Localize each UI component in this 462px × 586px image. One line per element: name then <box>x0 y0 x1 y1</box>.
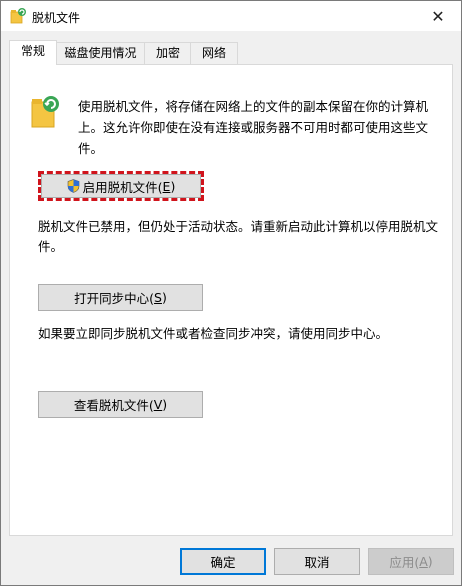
open-sync-center-button[interactable]: 打开同步中心(S) <box>38 284 203 311</box>
tab-disk-usage[interactable]: 磁盘使用情况 <box>55 42 146 64</box>
sync-button-label: 打开同步中心( <box>74 291 155 306</box>
tab-encryption[interactable]: 加密 <box>144 42 192 64</box>
sync-button-accesskey: S <box>154 290 162 305</box>
apply-button-label: 应用( <box>389 555 420 570</box>
apply-button[interactable]: 应用(A) <box>368 548 454 575</box>
status-line-2: 件。 <box>38 239 64 254</box>
apply-button-label-end: ) <box>427 554 433 569</box>
close-icon: ✕ <box>431 6 445 26</box>
description: 使用脱机文件，将存储在网络上的文件的副本保留在你的计算机 上。这允许你即使在没有… <box>78 96 443 159</box>
sync-folder-icon <box>31 96 59 128</box>
tab-network[interactable]: 网络 <box>190 42 238 64</box>
view-button-label: 查看脱机文件( <box>73 398 154 413</box>
offline-files-icon <box>10 8 26 24</box>
window-title: 脱机文件 <box>32 11 81 25</box>
ok-button[interactable]: 确定 <box>180 548 266 575</box>
view-offline-files-button[interactable]: 查看脱机文件(V) <box>38 391 203 418</box>
highlight-frame <box>38 171 204 201</box>
sync-hint: 如果要立即同步脱机文件或者检查同步冲突，请使用同步中心。 <box>38 326 389 341</box>
cancel-button[interactable]: 取消 <box>274 548 360 575</box>
view-button-accesskey: V <box>153 397 163 412</box>
description-line-1: 使用脱机文件，将存储在网络上的文件的副本保留在你的计算机 <box>78 99 429 114</box>
offline-files-dialog: 脱机文件 ✕ 常规 磁盘使用情况 加密 网络 使用脱机文件，将存储在网络上的文件… <box>0 0 462 586</box>
view-button-label-end: ) <box>162 397 168 412</box>
sync-button-label-end: ) <box>161 290 167 305</box>
tab-general[interactable]: 常规 <box>9 40 57 65</box>
apply-button-accesskey: A <box>419 554 428 569</box>
title-bar[interactable]: 脱机文件 ✕ <box>1 1 461 31</box>
description-line-2: 上。这允许你即使在没有连接或服务器不可用时都可使用这些文件。 <box>78 120 429 156</box>
status-text: 脱机文件已禁用，但仍处于活动状态。请重新启动此计算机以停用脱机文 件。 <box>38 217 458 257</box>
close-button[interactable]: ✕ <box>415 1 461 31</box>
status-line-1: 脱机文件已禁用，但仍处于活动状态。请重新启动此计算机以停用脱机文 <box>38 219 439 234</box>
